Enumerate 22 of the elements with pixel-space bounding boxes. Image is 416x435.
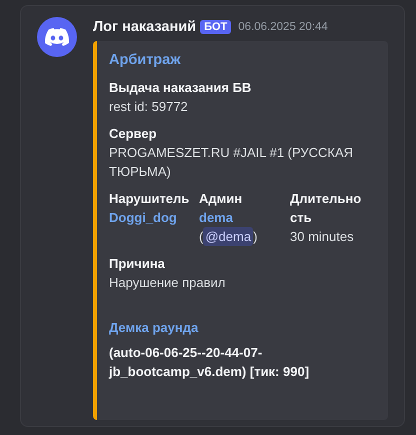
field-value: 30 minutes [290,228,355,246]
field-name: Сервер [109,125,158,143]
user-mention[interactable]: @dema [203,227,254,246]
user-link[interactable]: dema [199,208,290,227]
field-value: (auto-06-06-25--20-44-07-jb_bootcamp_v6.dem) [тик: 990] [109,344,310,381]
user-link[interactable]: Doggi_dog [109,208,199,227]
field-value: rest id: 59772 [109,98,189,116]
embed-title: Арбитраж [109,52,182,68]
field-name: Причина [109,255,166,273]
field-value: PROGAMESZET.RU #JAIL #1 (РУССКАЯ ТЮРЬМА) [109,144,354,181]
field-name: Длительность [290,190,362,227]
field-name: Админ [199,190,244,208]
avatar-icon[interactable] [37,17,77,57]
field-name: Выдача наказания БВ [109,79,252,97]
author-name[interactable]: Лог наказаний [93,19,196,35]
bot-tag: БОТ [200,20,232,34]
field-value: Нарушение правил [109,274,226,292]
parenthesis: ) [253,228,258,246]
field-name: Демка раунда [109,319,200,337]
timestamp: 06.06.2025 20:44 [238,21,328,33]
parenthesis: ( [199,228,204,246]
field-name: Нарушитель [109,190,190,208]
